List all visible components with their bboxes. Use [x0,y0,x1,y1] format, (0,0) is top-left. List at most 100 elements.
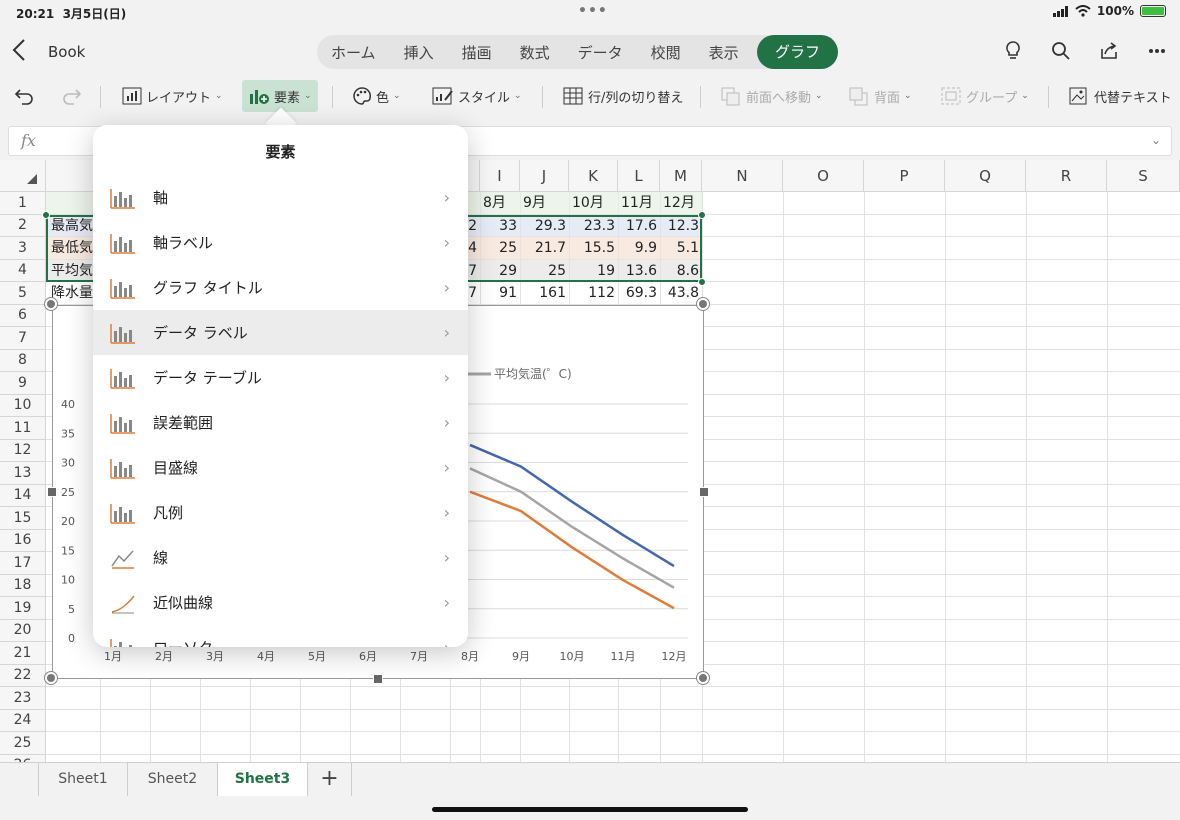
bring-forward-button[interactable]: 前面へ移動 ⌄ [714,80,829,112]
popover-item-3[interactable]: グラフ タイトル › [93,265,468,310]
multitask-dots[interactable]: ••• [578,3,608,19]
style-button[interactable]: スタイル ⌄ [426,80,528,112]
column-header-R[interactable]: R [1026,160,1107,192]
redo-icon[interactable] [54,80,88,112]
data-cell[interactable]: 69.3 [618,282,660,304]
row-header-3[interactable]: 3 [0,237,46,260]
row-header-10[interactable]: 10 [0,394,46,417]
row-header-8[interactable]: 8 [0,349,46,372]
popover-item-1[interactable]: 軸 › [93,175,468,220]
column-header-P[interactable]: P [864,160,945,192]
tab-insert[interactable]: 挿入 [390,42,448,63]
popover-item-4[interactable]: データ ラベル › [93,310,468,355]
data-cell[interactable]: 25 [520,260,569,282]
data-cell[interactable]: 8月 [480,192,520,214]
data-cell[interactable]: 43.8 [660,282,702,304]
data-cell[interactable]: 12月 [660,192,702,214]
row-label-cell[interactable]: 平均気 [48,260,98,282]
column-header-I[interactable]: I [480,160,520,192]
sheet-tab-3[interactable]: Sheet3 [218,763,308,796]
data-cell[interactable]: 9月 [520,192,569,214]
data-cell[interactable]: 15.5 [569,237,618,259]
tab-view[interactable]: 表示 [695,42,753,63]
tab-formulas[interactable]: 数式 [506,42,564,63]
chart-resize-handle[interactable] [45,672,57,684]
data-cell[interactable]: 11月 [618,192,660,214]
popover-item-2[interactable]: 軸ラベル › [93,220,468,265]
row-header-13[interactable]: 13 [0,462,46,485]
group-button[interactable]: グループ ⌄ [934,80,1035,112]
tab-draw[interactable]: 描画 [448,42,506,63]
popover-item-9[interactable]: 線 › [93,535,468,580]
row-header-6[interactable]: 6 [0,304,46,327]
row-header-17[interactable]: 17 [0,552,46,575]
selection-handle[interactable] [42,210,50,219]
row-header-20[interactable]: 20 [0,619,46,642]
color-button[interactable]: 色 ⌄ [346,80,407,112]
row-label-cell[interactable]: 最高気 [48,215,98,237]
row-header-14[interactable]: 14 [0,484,46,507]
selection-handle[interactable] [698,278,706,286]
chart-resize-handle[interactable] [45,298,57,310]
tab-review[interactable]: 校閲 [637,42,695,63]
row-header-23[interactable]: 23 [0,687,46,710]
select-all-corner[interactable] [0,160,46,192]
data-cell[interactable]: 10月 [569,192,618,214]
sheet-tab-2[interactable]: Sheet2 [128,763,218,796]
undo-icon[interactable] [8,80,42,112]
row-header-11[interactable]: 11 [0,417,46,440]
search-icon[interactable] [1050,40,1072,62]
chart-side-handle[interactable] [373,674,383,684]
tab-chart[interactable]: グラフ [756,35,838,69]
row-header-9[interactable]: 9 [0,372,46,395]
lightbulb-icon[interactable] [1002,40,1024,62]
selection-handle[interactable] [698,210,706,219]
column-header-J[interactable]: J [520,160,569,192]
row-header-7[interactable]: 7 [0,327,46,350]
popover-item-7[interactable]: 目盛線 › [93,445,468,490]
column-header-Q[interactable]: Q [945,160,1026,192]
data-cell[interactable]: 17.6 [618,215,660,237]
data-cell[interactable]: 9.9 [618,237,660,259]
tab-data[interactable]: データ [564,42,637,63]
row-header-21[interactable]: 21 [0,642,46,665]
chevron-down-icon[interactable]: ⌄ [1151,133,1161,147]
sheet-tab-1[interactable]: Sheet1 [38,763,128,796]
row-header-16[interactable]: 16 [0,529,46,552]
data-cell[interactable]: 21.7 [520,237,569,259]
home-indicator[interactable] [432,807,748,812]
share-icon[interactable] [1098,40,1120,62]
data-cell[interactable]: 29 [480,260,520,282]
row-header-2[interactable]: 2 [0,214,46,237]
row-label-cell[interactable]: 最低気 [48,237,98,259]
popover-item-6[interactable]: 誤差範囲 › [93,400,468,445]
more-icon[interactable] [1146,40,1168,62]
tab-home[interactable]: ホーム [317,42,390,63]
send-back-button[interactable]: 背面 ⌄ [842,80,918,112]
column-header-K[interactable]: K [569,160,618,192]
popover-item-8[interactable]: 凡例 › [93,490,468,535]
popover-item-10[interactable]: 近似曲線 › [93,580,468,625]
column-header-S[interactable]: S [1107,160,1180,192]
chart-side-handle[interactable] [699,487,709,497]
data-cell[interactable]: 8.6 [660,260,702,282]
column-header-M[interactable]: M [660,160,702,192]
data-cell[interactable]: 29.3 [520,215,569,237]
data-cell[interactable]: 13.6 [618,260,660,282]
row-header-1[interactable]: 1 [0,192,46,215]
switch-row-col-button[interactable]: 行/列の切り替え [556,80,689,112]
column-header-O[interactable]: O [783,160,864,192]
row-header-5[interactable]: 5 [0,282,46,305]
data-cell[interactable]: 161 [520,282,569,304]
column-header-N[interactable]: N [702,160,783,192]
row-header-4[interactable]: 4 [0,259,46,282]
data-cell[interactable]: 23.3 [569,215,618,237]
alt-text-button[interactable]: 代替テキスト [1062,80,1178,112]
back-label[interactable]: Book [48,43,85,61]
row-header-26[interactable]: 26 [0,754,46,762]
column-header-L[interactable]: L [618,160,660,192]
row-header-24[interactable]: 24 [0,709,46,732]
data-cell[interactable]: 5.1 [660,237,702,259]
popover-item-11[interactable]: ローソク › [93,625,468,647]
row-header-19[interactable]: 19 [0,597,46,620]
